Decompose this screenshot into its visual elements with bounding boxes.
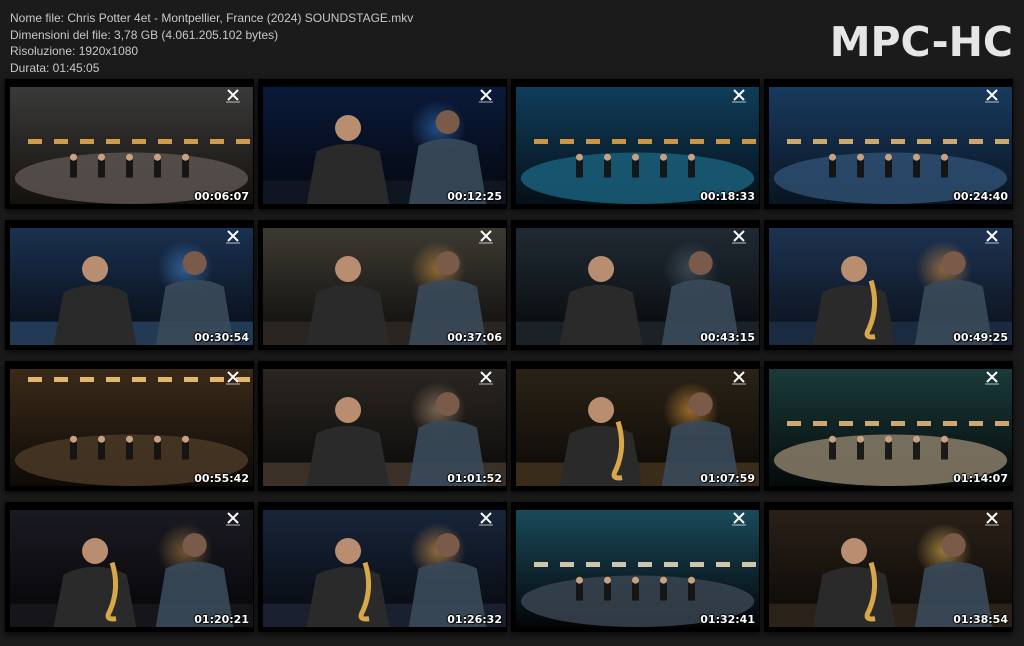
channel-logo-icon xyxy=(982,89,1002,103)
thumbnail: 00:30:54 xyxy=(5,220,254,350)
duration-line: Durata: 01:45:05 xyxy=(10,60,100,75)
video-frame-image: 00:55:42 xyxy=(10,369,253,486)
thumbnail-timestamp: 01:14:07 xyxy=(953,472,1008,485)
thumbnail: 01:01:52 xyxy=(258,361,507,491)
thumbnail: 00:18:33 xyxy=(511,79,760,209)
channel-logo-icon xyxy=(476,89,496,103)
thumbnail-sheet: Nome file: Chris Potter 4et - Montpellie… xyxy=(0,0,1024,646)
channel-logo-icon xyxy=(982,512,1002,526)
thumbnail-timestamp: 00:43:15 xyxy=(700,331,755,344)
thumbnail-timestamp: 01:01:52 xyxy=(447,472,502,485)
channel-logo-icon xyxy=(223,371,243,385)
thumbnail: 00:12:25 xyxy=(258,79,507,209)
file-size-line: Dimensioni del file: 3,78 GB (4.061.205.… xyxy=(10,27,279,42)
file-name-line: Nome file: Chris Potter 4et - Montpellie… xyxy=(10,11,414,25)
thumbnail: 00:37:06 xyxy=(258,220,507,350)
channel-logo-icon xyxy=(476,230,496,244)
video-frame-image: 00:06:07 xyxy=(10,87,253,204)
thumbnail-timestamp: 01:32:41 xyxy=(700,613,755,626)
video-frame-image: 00:12:25 xyxy=(263,87,506,204)
channel-logo-icon xyxy=(729,371,749,385)
channel-logo-icon xyxy=(223,89,243,103)
thumbnail: 01:38:54 xyxy=(764,502,1013,632)
thumbnail: 01:26:32 xyxy=(258,502,507,632)
video-frame-image: 00:18:33 xyxy=(516,87,759,204)
channel-logo-icon xyxy=(223,230,243,244)
thumbnail: 00:06:07 xyxy=(5,79,254,209)
mpc-hc-logo-text: MPC-HC xyxy=(829,18,1013,66)
thumbnail-grid: 00:06:07 00:12:25 00:18:33 00:24:40 00:3… xyxy=(5,79,1019,643)
channel-logo-icon xyxy=(982,371,1002,385)
thumbnail: 01:14:07 xyxy=(764,361,1013,491)
thumbnail-timestamp: 00:24:40 xyxy=(953,190,1008,203)
video-frame-image: 00:37:06 xyxy=(263,228,506,345)
channel-logo-icon xyxy=(729,230,749,244)
channel-logo-icon xyxy=(729,512,749,526)
video-frame-image: 01:38:54 xyxy=(769,510,1012,627)
video-frame-image: 00:30:54 xyxy=(10,228,253,345)
channel-logo-icon xyxy=(982,230,1002,244)
thumbnail-timestamp: 00:49:25 xyxy=(953,331,1008,344)
thumbnail: 01:07:59 xyxy=(511,361,760,491)
thumbnail-timestamp: 00:12:25 xyxy=(447,190,502,203)
thumbnail-timestamp: 00:06:07 xyxy=(194,190,249,203)
thumbnail: 00:49:25 xyxy=(764,220,1013,350)
thumbnail-timestamp: 00:18:33 xyxy=(700,190,755,203)
thumbnail: 00:24:40 xyxy=(764,79,1013,209)
channel-logo-icon xyxy=(729,89,749,103)
video-frame-image: 01:07:59 xyxy=(516,369,759,486)
thumbnail-timestamp: 00:55:42 xyxy=(194,472,249,485)
video-frame-image: 01:26:32 xyxy=(263,510,506,627)
thumbnail-timestamp: 01:38:54 xyxy=(953,613,1008,626)
thumbnail-timestamp: 00:30:54 xyxy=(194,331,249,344)
video-frame-image: 01:01:52 xyxy=(263,369,506,486)
video-frame-image: 00:49:25 xyxy=(769,228,1012,345)
file-info: Nome file: Chris Potter 4et - Montpellie… xyxy=(10,10,413,76)
video-frame-image: 01:32:41 xyxy=(516,510,759,627)
thumbnail-timestamp: 01:20:21 xyxy=(194,613,249,626)
channel-logo-icon xyxy=(476,371,496,385)
resolution-line: Risoluzione: 1920x1080 xyxy=(10,44,139,58)
thumbnail: 01:20:21 xyxy=(5,502,254,632)
thumbnail-timestamp: 01:07:59 xyxy=(700,472,755,485)
channel-logo-icon xyxy=(476,512,496,526)
thumbnail-timestamp: 01:26:32 xyxy=(447,613,502,626)
video-frame-image: 00:24:40 xyxy=(769,87,1012,204)
video-frame-image: 01:14:07 xyxy=(769,369,1012,486)
thumbnail-timestamp: 00:37:06 xyxy=(447,331,502,344)
thumbnail: 00:43:15 xyxy=(511,220,760,350)
video-frame-image: 00:43:15 xyxy=(516,228,759,345)
thumbnail: 01:32:41 xyxy=(511,502,760,632)
thumbnail: 00:55:42 xyxy=(5,361,254,491)
video-frame-image: 01:20:21 xyxy=(10,510,253,627)
channel-logo-icon xyxy=(223,512,243,526)
